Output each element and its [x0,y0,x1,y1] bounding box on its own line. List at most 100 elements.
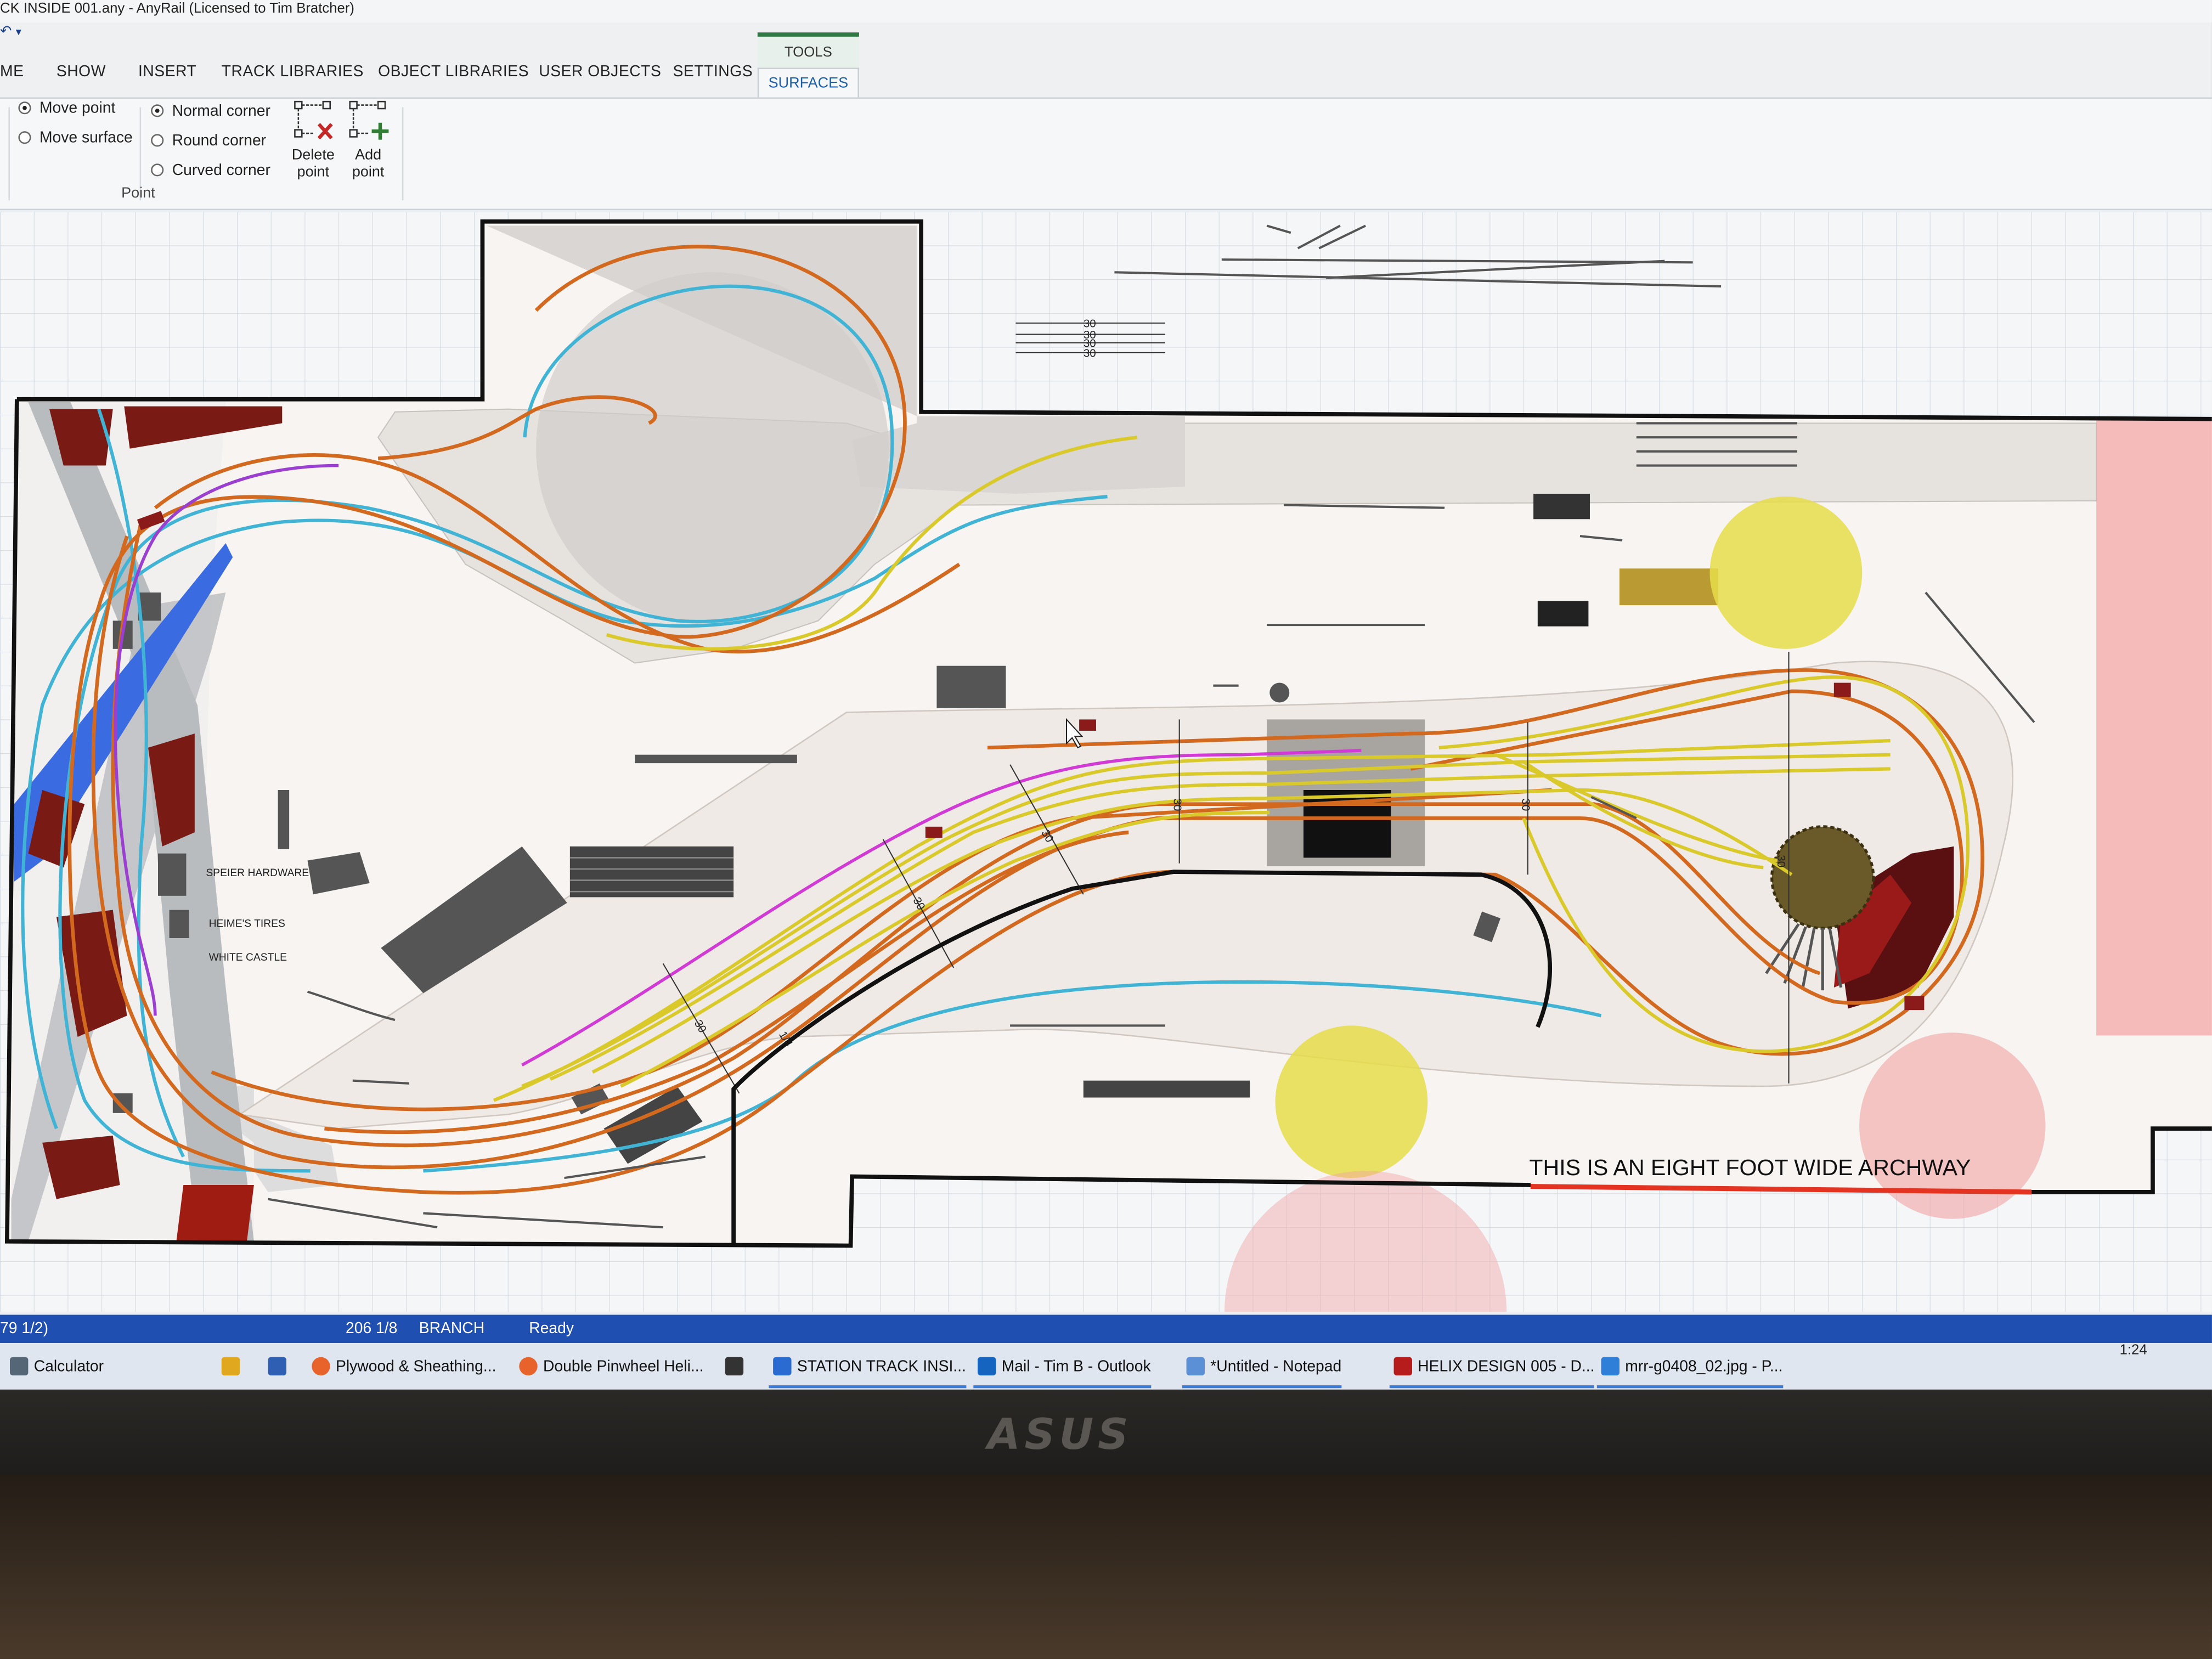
taskbar-label: HELIX DESIGN 005 - D... [1418,1358,1595,1376]
firefox-icon [312,1357,330,1376]
move-surface-label: Move surface [39,129,133,147]
layout-canvas[interactable]: 30 30 30 30 30 30 30 30 30 30 1/4 SPEIER… [0,211,2212,1312]
add-point-line2: point [352,163,385,181]
taskbar: Calculator Plywood & Sheathing... Double… [0,1342,2212,1397]
notepad-icon [1186,1357,1205,1376]
status-coord-2: 206 1/8 [345,1320,398,1338]
normal-corner-label: Normal corner [172,103,270,120]
tab-settings[interactable]: SETTINGS [673,64,753,81]
radio-unselected-icon [18,131,31,144]
radio-selected-icon [18,101,31,115]
tab-show[interactable]: SHOW [57,64,106,81]
structure [936,665,1006,708]
outlook-icon [977,1357,996,1376]
tab-track-libraries[interactable]: TRACK LIBRARIES [222,64,364,81]
firefox-icon [519,1357,538,1376]
taskbar-paint[interactable]: mrr-g0408_02.jpg - P... [1596,1348,1783,1389]
dim-label: 30 [1520,798,1532,811]
delete-point-button[interactable]: Delete point [286,99,340,180]
status-layer: BRANCH [419,1320,485,1338]
taskbar-station-track[interactable]: STATION TRACK INSI... [769,1348,966,1389]
label-speier-hardware: SPEIER HARDWARE [206,867,309,879]
label-heimes-tires: HEIME'S TIRES [209,918,285,929]
folder-icon [221,1357,240,1376]
taskbar-label: Calculator [33,1358,104,1376]
taskbar-label: mrr-g0408_02.jpg - P... [1625,1358,1783,1376]
tank [1269,682,1290,703]
add-point-button[interactable]: Add point [341,99,395,180]
building [169,910,189,938]
radio-unselected-icon [151,134,164,147]
add-point-line1: Add [355,146,382,164]
label-white-castle: WHITE CASTLE [209,952,287,963]
curved-corner-radio[interactable]: Curved corner [151,162,270,179]
taskbar-label: *Untitled - Notepad [1210,1358,1342,1376]
structure [278,789,290,849]
taskbar-helix-design[interactable]: HELIX DESIGN 005 - D... [1389,1348,1595,1389]
taskbar-label: Plywood & Sheathing... [335,1358,496,1376]
building [176,1184,254,1242]
taskbar-outlook[interactable]: Mail - Tim B - Outlook [973,1348,1151,1389]
window-title: CK INSIDE 001.any - AnyRail (Licensed to… [0,1,354,17]
tab-user-objects[interactable]: USER OBJECTS [539,64,661,81]
status-state: Ready [529,1320,574,1338]
tab-surfaces[interactable]: SURFACES [757,67,859,100]
taskbar-label: STATION TRACK INSI... [797,1358,966,1376]
taskbar-label: Double Pinwheel Heli... [543,1358,704,1376]
taskbar-plywood[interactable]: Plywood & Sheathing... [308,1348,496,1388]
undo-icon[interactable]: ↶ [0,24,12,40]
sketchup-icon [1393,1357,1412,1376]
building [112,1093,133,1113]
dim-label: 30 [1084,347,1096,360]
dim-label: 30 [1171,798,1183,811]
system-clock[interactable]: 1:24 [2120,1343,2147,1358]
radio-selected-icon [151,104,164,117]
point-group-label: Point [121,184,155,202]
taskbar-notepad[interactable]: *Untitled - Notepad [1182,1348,1342,1389]
ribbon-panel: Move point Move surface Normal corner Ro… [0,97,2212,211]
qat-dropdown-icon[interactable]: ▾ [16,25,21,38]
yellow-zone [1709,496,1863,649]
move-surface-radio[interactable]: Move surface [18,129,133,147]
building [157,853,187,896]
calculator-icon [9,1357,29,1376]
paint-icon [1601,1357,1620,1376]
tools-group-label: TOOLS [785,45,832,61]
red-zone [2096,420,2212,1036]
move-point-radio[interactable]: Move point [18,100,115,117]
curved-corner-label: Curved corner [172,162,270,179]
normal-corner-radio[interactable]: Normal corner [151,103,270,120]
status-bar: 79 1/2) 206 1/8 BRANCH Ready [0,1314,2212,1343]
screen: CK INSIDE 001.any - AnyRail (Licensed to… [0,0,2212,1397]
track-plan-drawing[interactable]: 30 30 30 30 30 30 30 30 30 30 1/4 SPEIER… [0,211,2212,1312]
delete-point-line2: point [297,163,330,181]
ribbon-separator [8,107,10,201]
radio-unselected-icon [151,163,164,177]
siding [1083,1080,1250,1098]
turntable [1770,825,1875,930]
quick-access-toolbar[interactable]: ↶ ▾ [0,24,21,44]
anyrail-icon [773,1357,792,1376]
taskbar-calculator[interactable]: Calculator [5,1348,104,1388]
delete-point-icon [294,100,333,140]
siding [635,754,797,764]
app-icon [725,1357,744,1376]
taskbar-double-pinwheel[interactable]: Double Pinwheel Heli... [515,1348,704,1388]
desk-background [0,1474,2212,1659]
label-archway: THIS IS AN EIGHT FOOT WIDE ARCHWAY [1529,1155,1971,1180]
move-point-label: Move point [39,100,116,117]
taskbar-label: Mail - Tim B - Outlook [1001,1358,1151,1376]
status-coord: 79 1/2) [0,1320,49,1338]
tab-object-libraries[interactable]: OBJECT LIBRARIES [378,64,529,81]
yellow-zone [1275,1025,1428,1178]
structure [1619,568,1718,606]
ribbon-tabs: ME SHOW INSERT TRACK LIBRARIES OBJECT LI… [0,59,2212,99]
round-corner-radio[interactable]: Round corner [151,133,266,150]
tab-home[interactable]: ME [0,64,24,81]
structure [1537,601,1589,627]
tab-insert[interactable]: INSERT [138,64,196,81]
ribbon-separator [402,107,404,201]
dim-label: 30 [1775,855,1787,867]
round-corner-label: Round corner [172,132,267,150]
monitor-brand-logo: ASUS [987,1410,1133,1460]
